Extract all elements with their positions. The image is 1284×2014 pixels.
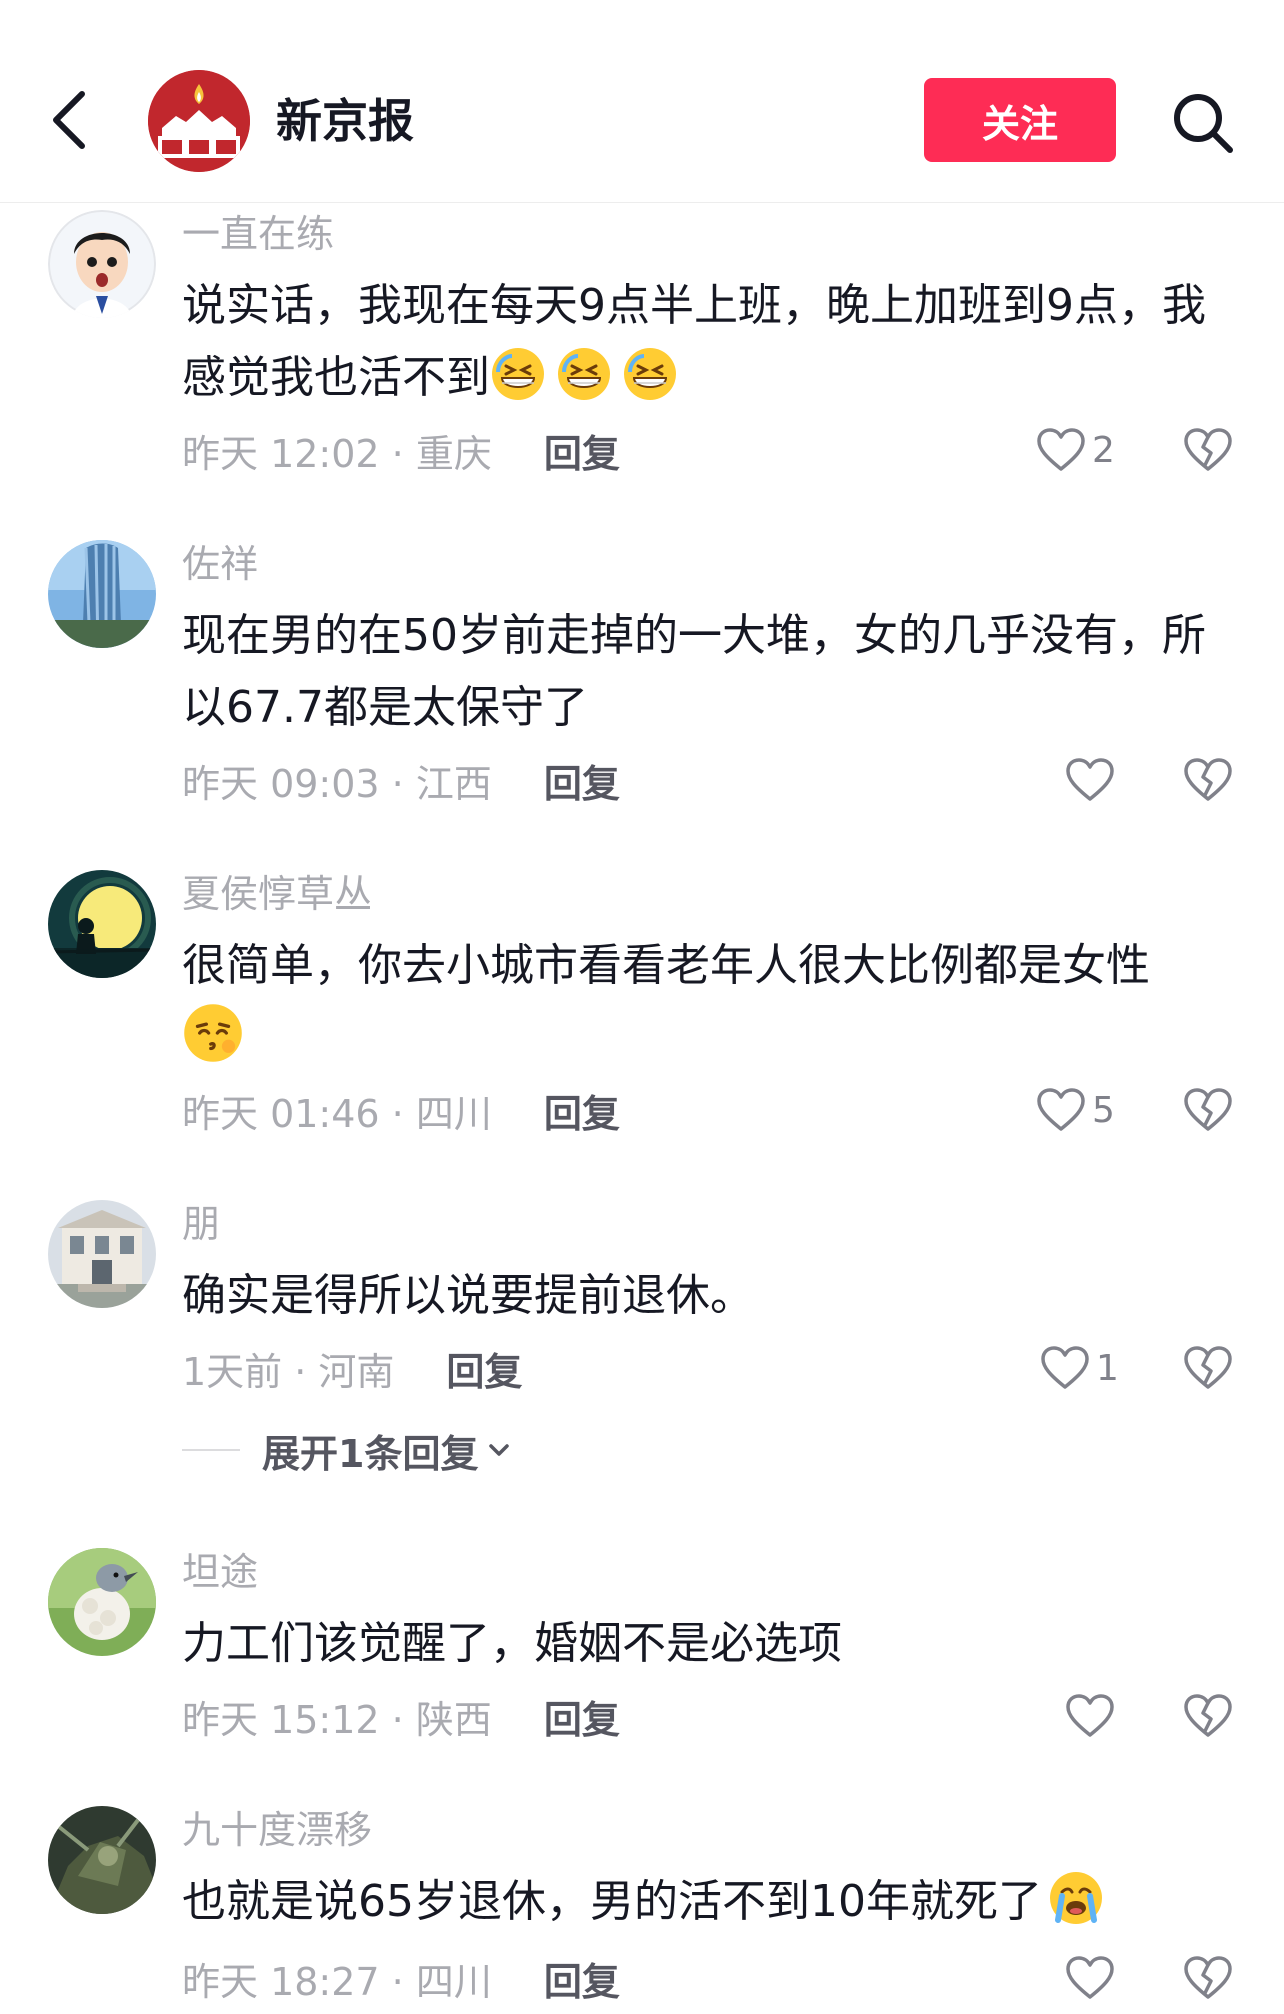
like-count: 2: [1092, 429, 1115, 471]
search-icon: [1174, 94, 1233, 153]
comment-body: 力工们该觉醒了，婚姻不是必选项: [182, 1618, 842, 1669]
comment-text: 说实话，我现在每天9点半上班，晚上加班到9点，我感觉我也活不到: [182, 270, 1242, 414]
channel-logo[interactable]: [148, 70, 250, 172]
comment-time-location: 昨天 01:46 · 四川: [182, 1091, 492, 1136]
like-button[interactable]: 5: [1036, 1084, 1156, 1136]
comment-meta: 1天前 · 河南 回复: [182, 1342, 522, 1394]
like-button[interactable]: [1064, 1952, 1116, 2004]
comment-text: 现在男的在50岁前走掉的一大堆，女的几乎没有，所以67.7都是太保守了: [182, 600, 1242, 744]
comment-text: 确实是得所以说要提前退休。: [182, 1260, 1242, 1332]
heart-outline-icon: [1037, 1088, 1085, 1131]
reply-button[interactable]: 回复: [544, 753, 620, 808]
heart-outline-icon: [1037, 428, 1085, 471]
reply-button[interactable]: 回复: [544, 1083, 620, 1138]
grinning-sweat-emoji-icon: [622, 346, 678, 402]
comment-meta: 昨天 01:46 · 四川 回复: [182, 1084, 620, 1136]
comment-username[interactable]: 夏侯惇草丛: [182, 870, 372, 918]
villa-photo-avatar-icon: [48, 1200, 156, 1308]
comment-body: 也就是说65岁退休，男的活不到10年就死了: [182, 1876, 1042, 1927]
reply-button[interactable]: 回复: [446, 1341, 522, 1396]
expand-replies-label: 展开1条回复: [262, 1431, 479, 1476]
dislike-button[interactable]: [1180, 1084, 1236, 1136]
newspaper-logo-icon: [148, 70, 250, 172]
dislike-button[interactable]: [1180, 1342, 1236, 1394]
comment-body: 确实是得所以说要提前退休。: [182, 1270, 754, 1321]
comment-text: 也就是说65岁退休，男的活不到10年就死了: [182, 1866, 1242, 1938]
comment-meta: 昨天 15:12 · 陕西 回复: [182, 1690, 620, 1742]
dislike-button[interactable]: [1180, 424, 1236, 476]
avatar[interactable]: [48, 210, 156, 318]
comment-time-location: 昨天 12:02 · 重庆: [182, 431, 492, 476]
comment-time-location: 昨天 18:27 · 四川: [182, 1959, 492, 2004]
comment-body: 现在男的在50岁前走掉的一大堆，女的几乎没有，所以67.7都是太保守了: [182, 610, 1206, 733]
avatar[interactable]: [48, 1548, 156, 1656]
reply-button[interactable]: 回复: [544, 1689, 620, 1744]
crying-emoji-icon: [1048, 1870, 1104, 1926]
comment-username[interactable]: 一直在练: [182, 210, 334, 258]
like-button[interactable]: [1064, 754, 1116, 806]
heart-outline-icon: [1066, 1694, 1114, 1737]
top-bar: 新京报 关注: [0, 0, 1284, 203]
like-button[interactable]: [1064, 1690, 1116, 1742]
warrior-art-avatar-icon: [48, 1806, 156, 1914]
comment-time-location: 1天前 · 河南: [182, 1349, 395, 1394]
dislike-button[interactable]: [1180, 1690, 1236, 1742]
grinning-sweat-emoji-icon: [556, 346, 612, 402]
comment-meta: 昨天 18:27 · 四川 回复: [182, 1952, 620, 2004]
comment-page: 新京报 关注 一直在练 说实话，我现在每天9点半上班，晚上加班到9点，我感觉我也…: [0, 0, 1284, 2014]
dislike-button[interactable]: [1180, 754, 1236, 806]
heart-outline-icon: [1041, 1346, 1089, 1389]
reply-button[interactable]: 回复: [544, 423, 620, 478]
comment-text: 力工们该觉醒了，婚姻不是必选项: [182, 1608, 1242, 1680]
broken-heart-icon: [1184, 1694, 1232, 1737]
broken-heart-icon: [1184, 1956, 1232, 1999]
cartoon-boy-avatar-icon: [48, 210, 156, 318]
like-button[interactable]: 2: [1036, 424, 1156, 476]
comment-body: 说实话，我现在每天9点半上班，晚上加班到9点，我感觉我也活不到: [182, 280, 1206, 403]
avatar[interactable]: [48, 1200, 156, 1308]
bird-photo-avatar-icon: [48, 1548, 156, 1656]
like-count: 5: [1092, 1089, 1115, 1131]
moon-silhouette-avatar-icon: [48, 870, 156, 978]
like-count: 1: [1096, 1347, 1119, 1389]
chevron-left-icon: [53, 91, 85, 149]
reply-button[interactable]: 回复: [544, 1951, 620, 2006]
broken-heart-icon: [1184, 428, 1232, 471]
broken-heart-icon: [1184, 758, 1232, 801]
comment-text: 很简单，你去小城市看看老年人很大比例都是女性: [182, 930, 1242, 1076]
avatar[interactable]: [48, 1806, 156, 1914]
building-photo-avatar-icon: [48, 540, 156, 648]
kissing-emoji-icon: [182, 1002, 244, 1064]
avatar[interactable]: [48, 540, 156, 648]
heart-outline-icon: [1066, 758, 1114, 801]
comment-meta: 昨天 09:03 · 江西 回复: [182, 754, 620, 806]
broken-heart-icon: [1184, 1346, 1232, 1389]
comment-time-location: 昨天 15:12 · 陕西: [182, 1697, 492, 1742]
search-button[interactable]: [1166, 86, 1240, 160]
follow-button[interactable]: 关注: [924, 78, 1116, 162]
comment-username[interactable]: 九十度漂移: [182, 1806, 372, 1854]
grinning-sweat-emoji-icon: [490, 346, 546, 402]
comment-username[interactable]: 佐祥: [182, 540, 258, 588]
comment-username[interactable]: 朋: [182, 1200, 220, 1248]
comment-meta: 昨天 12:02 · 重庆 回复: [182, 424, 620, 476]
heart-outline-icon: [1066, 1956, 1114, 1999]
chevron-down-icon: [486, 1435, 516, 1465]
comment-time-location: 昨天 09:03 · 江西: [182, 761, 492, 806]
like-button[interactable]: 1: [1040, 1342, 1160, 1394]
broken-heart-icon: [1184, 1088, 1232, 1131]
comment-username[interactable]: 坦途: [182, 1548, 258, 1596]
back-button[interactable]: [40, 80, 100, 160]
divider-line: [182, 1449, 240, 1451]
dislike-button[interactable]: [1180, 1952, 1236, 2004]
comment-body: 很简单，你去小城市看看老年人很大比例都是女性: [182, 940, 1150, 991]
expand-replies-button[interactable]: 展开1条回复: [182, 1422, 516, 1478]
avatar[interactable]: [48, 870, 156, 978]
channel-name[interactable]: 新京报: [276, 90, 414, 152]
